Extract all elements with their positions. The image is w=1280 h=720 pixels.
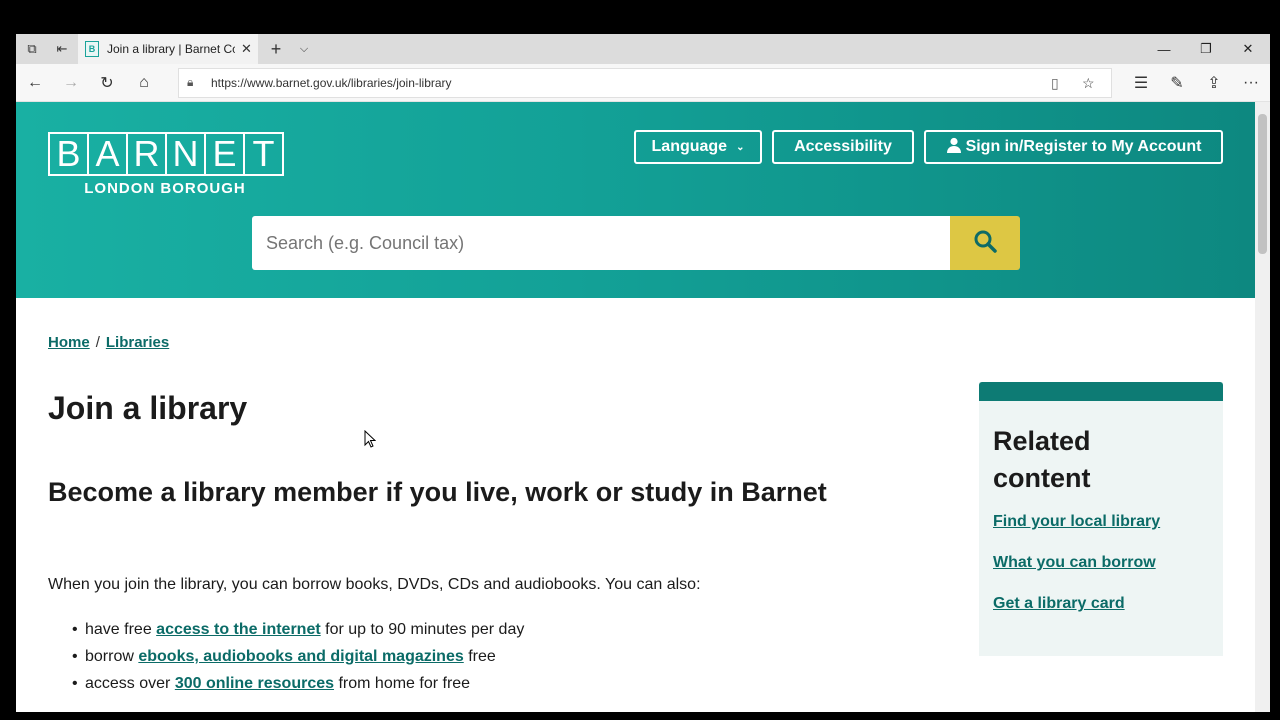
address-toolbar: ← → ↻ ⌂ 🔒︎ https://www.barnet.gov.uk/lib… — [16, 64, 1270, 102]
breadcrumb: Home / Libraries — [48, 334, 169, 351]
tab-strip: ⧉ ⇤ B Join a library | Barnet Cc ✕ + ⌵ —… — [16, 34, 1270, 64]
forward-icon[interactable]: → — [60, 72, 82, 94]
logo-letter: E — [204, 132, 245, 176]
share-icon[interactable]: ⇪ — [1203, 72, 1225, 94]
intro-text: When you join the library, you can borro… — [48, 576, 701, 593]
minimize-icon[interactable]: — — [1144, 37, 1184, 61]
page-subtitle: Become a library member if you live, wor… — [48, 477, 827, 507]
breadcrumb-libraries-link[interactable]: Libraries — [106, 334, 169, 351]
main-content: Home / Libraries Join a library Become a l… — [16, 298, 1255, 712]
tab-close-icon[interactable]: ✕ — [241, 41, 252, 57]
back-icon[interactable]: ← — [24, 72, 46, 94]
address-bar[interactable]: 🔒︎ https://www.barnet.gov.uk/libraries/j… — [178, 68, 1112, 98]
new-tab-icon[interactable]: + — [266, 39, 286, 59]
tab-title: Join a library | Barnet Cc — [107, 42, 235, 56]
list-item: access over 300 online resources from ho… — [72, 670, 524, 697]
tab-list-chevron-icon[interactable]: ⌵ — [294, 39, 314, 59]
search-icon — [973, 229, 997, 258]
list-item-text: for up to 90 minutes per day — [325, 621, 525, 638]
what-you-can-borrow-link[interactable]: What you can borrow — [993, 554, 1209, 595]
related-links: Find your local library What you can bor… — [993, 513, 1209, 636]
set-aside-tabs-icon[interactable]: ⇤ — [52, 39, 72, 59]
url-text: https://www.barnet.gov.uk/libraries/join… — [211, 76, 452, 90]
page-title: Join a library — [48, 390, 248, 426]
breadcrumb-home-link[interactable]: Home — [48, 334, 90, 351]
logo-letter: A — [87, 132, 128, 176]
favorites-list-icon[interactable]: ☰ — [1130, 72, 1152, 94]
list-item: borrow ebooks, audiobooks and digital ma… — [72, 643, 524, 670]
logo-subtitle: LONDON BOROUGH — [84, 180, 246, 197]
mouse-cursor-icon — [364, 429, 377, 453]
site-header: B A R N E T LONDON BOROUGH Language ⌄ Ac… — [16, 102, 1255, 298]
close-window-icon[interactable]: ✕ — [1228, 37, 1268, 61]
list-item-text: have free — [85, 621, 152, 638]
benefits-list: have free access to the internet for up … — [72, 616, 524, 697]
scrollbar-thumb[interactable] — [1258, 114, 1267, 254]
logo-letters: B A R N E T — [48, 132, 284, 176]
breadcrumb-separator: / — [95, 334, 100, 351]
more-options-icon[interactable]: ··· — [1240, 72, 1262, 94]
list-item-text: access over — [85, 675, 171, 692]
accessibility-button[interactable]: Accessibility — [772, 130, 914, 164]
logo-letter: N — [165, 132, 206, 176]
user-icon — [946, 137, 962, 158]
logo-letter: B — [48, 132, 89, 176]
pen-icon[interactable]: ✎ — [1166, 72, 1188, 94]
related-content-panel: Related content Find your local library … — [979, 382, 1223, 656]
chevron-down-icon: ⌄ — [736, 141, 745, 153]
reading-view-icon[interactable]: ▯ — [1051, 75, 1059, 92]
language-button[interactable]: Language ⌄ — [634, 130, 762, 164]
list-item-text: borrow — [85, 648, 134, 665]
restore-icon[interactable]: ❐ — [1186, 37, 1226, 61]
get-library-card-link[interactable]: Get a library card — [993, 595, 1209, 636]
page-scrollbar[interactable] — [1255, 102, 1270, 712]
logo-letter: T — [243, 132, 284, 176]
sign-in-label: Sign in/Register to My Account — [965, 138, 1202, 155]
internet-access-link[interactable]: access to the internet — [156, 621, 321, 638]
tab-active[interactable]: B Join a library | Barnet Cc ✕ — [78, 34, 258, 64]
search-input[interactable] — [252, 216, 950, 270]
barnet-logo[interactable]: B A R N E T LONDON BOROUGH — [48, 132, 284, 197]
related-panel-bar — [979, 382, 1223, 401]
favorite-star-icon[interactable]: ☆ — [1082, 75, 1095, 92]
browser-window: ⧉ ⇤ B Join a library | Barnet Cc ✕ + ⌵ —… — [16, 34, 1270, 712]
logo-letter: R — [126, 132, 167, 176]
list-item: have free access to the internet for up … — [72, 616, 524, 643]
accessibility-label: Accessibility — [794, 138, 892, 155]
site-favicon-icon: B — [85, 41, 99, 57]
ebooks-link[interactable]: ebooks, audiobooks and digital magazines — [138, 648, 463, 665]
home-icon[interactable]: ⌂ — [133, 72, 155, 94]
sign-in-button[interactable]: Sign in/Register to My Account — [924, 130, 1223, 164]
related-content-title: Related content — [993, 426, 1091, 493]
site-search — [252, 216, 1020, 270]
online-resources-link[interactable]: 300 online resources — [175, 675, 334, 692]
tab-manager-icon[interactable]: ⧉ — [22, 39, 42, 59]
list-item-text: from home for free — [338, 675, 471, 692]
find-local-library-link[interactable]: Find your local library — [993, 513, 1209, 554]
list-item-text: free — [468, 648, 496, 665]
lock-icon: 🔒︎ — [187, 75, 194, 89]
language-label: Language — [651, 138, 728, 155]
refresh-icon[interactable]: ↻ — [96, 72, 118, 94]
search-button[interactable] — [950, 216, 1020, 270]
